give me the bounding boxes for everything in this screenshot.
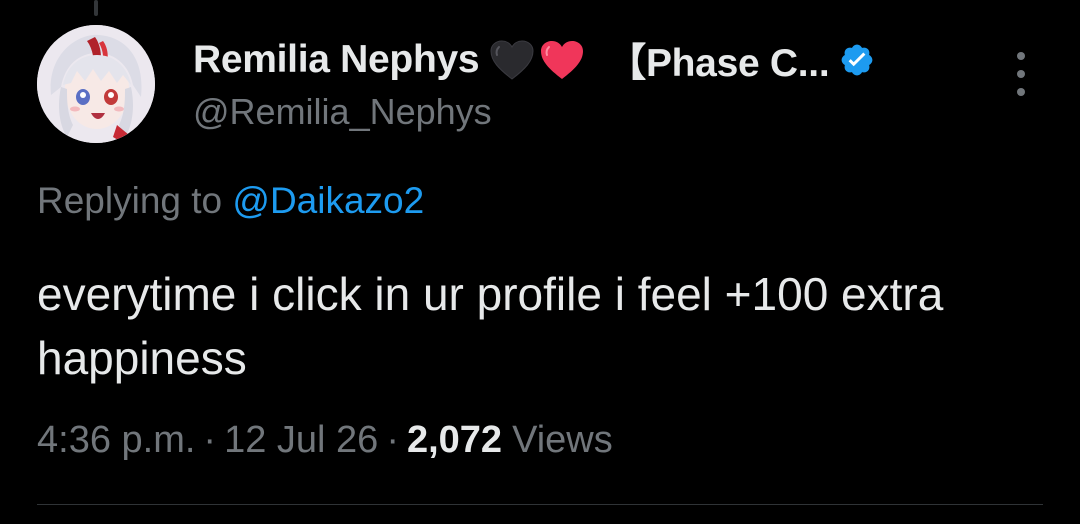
meta-separator: · xyxy=(386,419,399,461)
views-count[interactable]: 2,072 xyxy=(407,419,502,462)
tweet-text: everytime i click in ur profile i feel +… xyxy=(37,268,944,384)
more-dot xyxy=(1017,52,1025,60)
tweet-header: Remilia Nephys 【Phase C... @Remilia_Neph… xyxy=(193,36,973,134)
author-handle[interactable]: @Remilia_Nephys xyxy=(193,90,973,134)
tweet-time[interactable]: 4:36 p.m. xyxy=(37,419,195,462)
black-heart-icon xyxy=(489,39,535,81)
tweet-meta: 4:36 p.m. · 12 Jul 26 · 2,072 Views xyxy=(37,419,613,462)
author-name-row: Remilia Nephys 【Phase C... xyxy=(193,36,973,85)
meta-separator: · xyxy=(203,419,217,461)
views-label[interactable]: Views xyxy=(512,419,613,462)
avatar[interactable] xyxy=(37,25,155,143)
divider xyxy=(37,504,1043,505)
author-display-name[interactable]: Remilia Nephys xyxy=(193,38,480,82)
replying-to-label: Replying to xyxy=(37,180,233,221)
verified-badge-icon[interactable] xyxy=(839,42,875,78)
more-dot xyxy=(1017,70,1025,78)
red-heart-icon xyxy=(539,39,585,81)
replying-to-line: Replying to @Daikazo2 xyxy=(37,180,424,222)
avatar-image xyxy=(37,25,155,143)
thread-connector-line xyxy=(94,0,98,16)
more-vertical-icon[interactable] xyxy=(1007,52,1035,96)
more-dot xyxy=(1017,88,1025,96)
reply-mention-link[interactable]: @Daikazo2 xyxy=(232,180,424,221)
name-emoji-group xyxy=(489,39,585,81)
author-name-suffix[interactable]: 【Phase C... xyxy=(607,32,829,88)
tweet-date[interactable]: 12 Jul 26 xyxy=(224,419,378,462)
